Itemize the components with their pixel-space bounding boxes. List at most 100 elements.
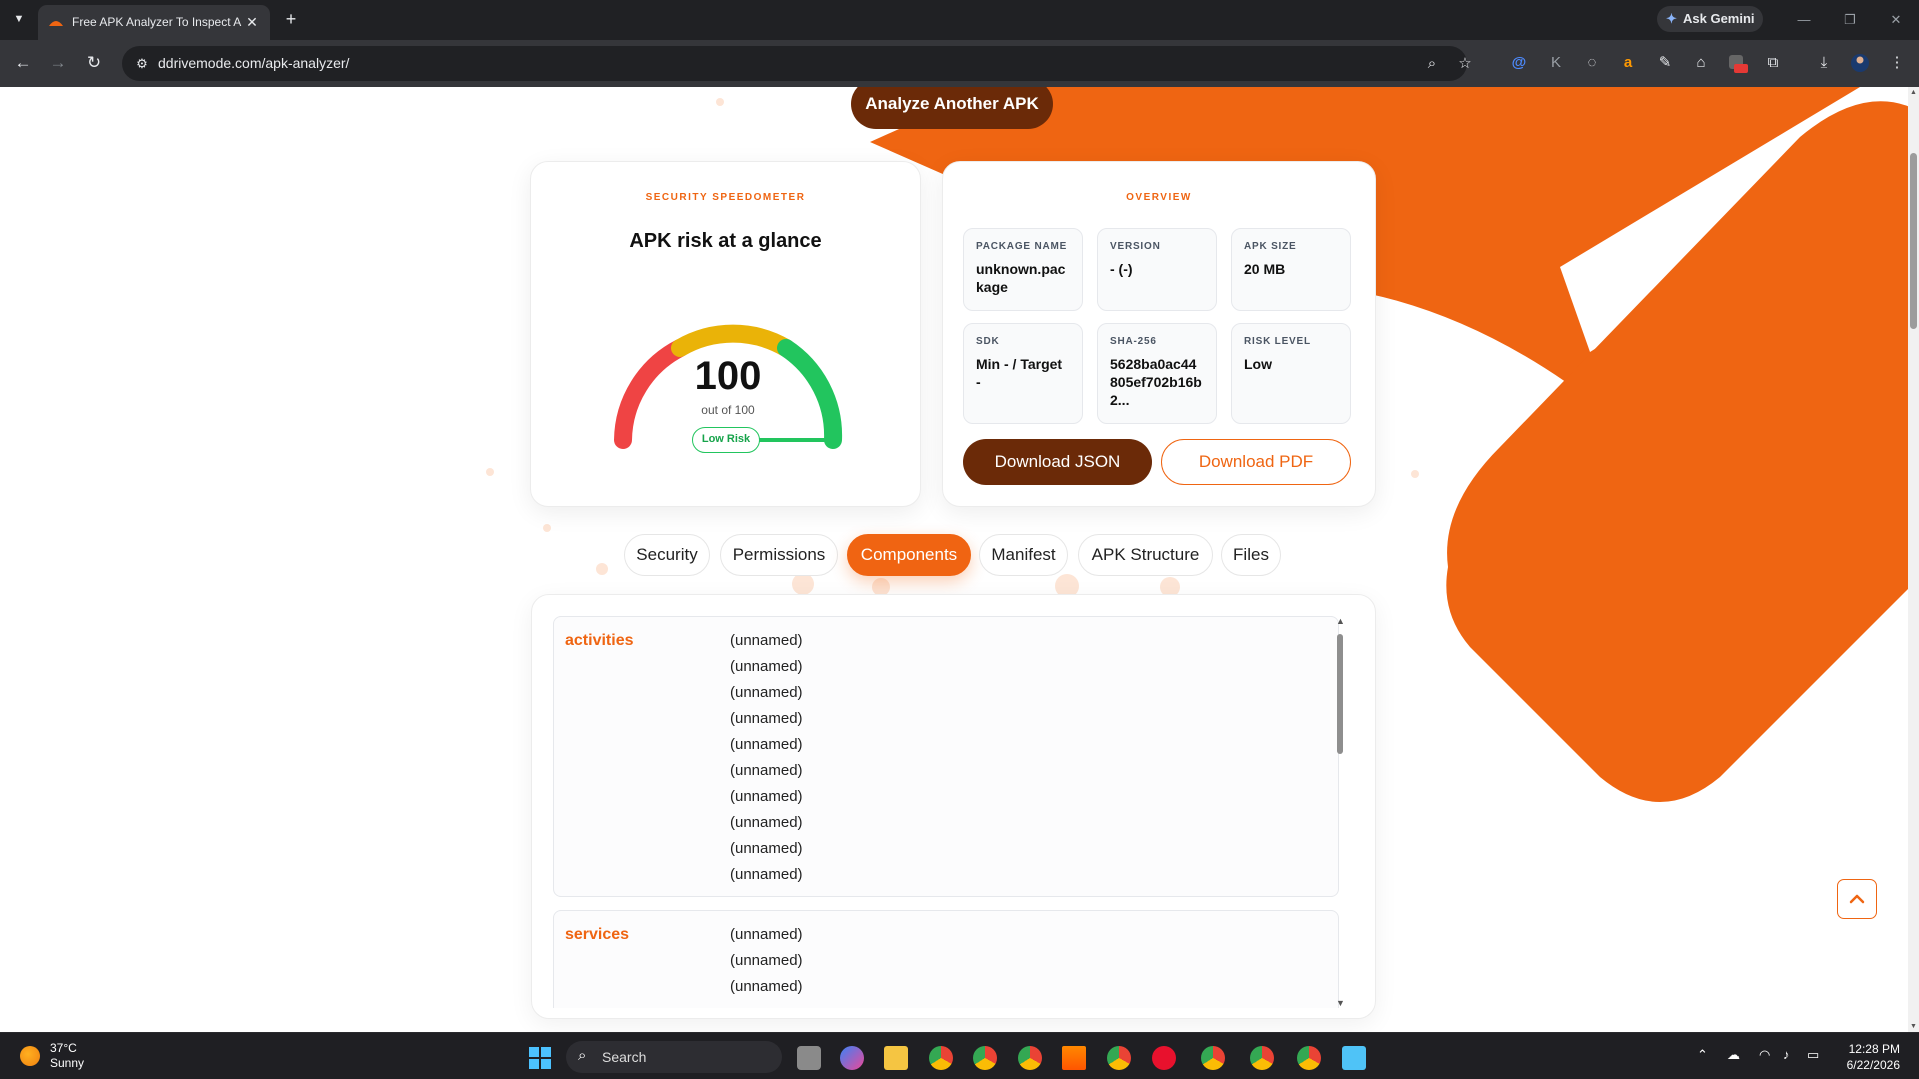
volume-icon[interactable]: ♪ — [1783, 1047, 1790, 1062]
stat-label: APK SIZE — [1244, 241, 1297, 252]
address-bar[interactable]: ⚙ ddrivemode.com/apk-analyzer/ ⌕ ☆ — [122, 46, 1472, 81]
notepad-icon[interactable] — [1342, 1046, 1366, 1070]
vlc-icon[interactable] — [1062, 1046, 1086, 1070]
file-explorer-icon[interactable] — [884, 1046, 908, 1070]
windows-taskbar: 37°C Sunny ⌕ Search ⌃ ☁ ◠ ♪ ▭ 12:28 PM 6… — [0, 1032, 1919, 1079]
analyze-another-apk-button[interactable]: Analyze Another APK — [851, 87, 1053, 129]
tab-manifest[interactable]: Manifest — [979, 534, 1068, 576]
page-scroll-down-icon[interactable]: ▼ — [1910, 1023, 1917, 1030]
taskbar-clock[interactable]: 12:28 PM 6/22/2026 — [1840, 1041, 1900, 1073]
browser-menu-icon[interactable]: ⋮ — [1886, 51, 1908, 75]
copilot-icon[interactable] — [840, 1046, 864, 1070]
download-json-button[interactable]: Download JSON — [963, 439, 1152, 485]
extensions-puzzle-icon[interactable]: ⧉ — [1762, 51, 1784, 75]
forward-icon[interactable]: → — [46, 51, 70, 75]
extension-at-icon[interactable]: @ — [1508, 51, 1530, 75]
back-icon[interactable]: ← — [11, 51, 35, 75]
zoom-icon[interactable]: ⌕ — [1422, 54, 1442, 74]
list-item: (unnamed) — [730, 788, 803, 805]
back-to-top-button[interactable] — [1837, 879, 1877, 919]
gauge-arc-yellow — [671, 324, 795, 357]
restore-window-icon[interactable]: ❐ — [1838, 8, 1862, 32]
tray-overflow-chevron-icon[interactable]: ⌃ — [1697, 1047, 1708, 1063]
list-item: (unnamed) — [730, 926, 803, 943]
battery-icon[interactable]: ▭ — [1807, 1047, 1819, 1063]
tab-components[interactable]: Components — [847, 534, 971, 576]
weather-temperature: 37°C — [50, 1041, 77, 1055]
eyedropper-extension-icon[interactable]: ✎ — [1654, 51, 1676, 75]
amazon-extension-icon[interactable]: a — [1617, 51, 1639, 75]
component-group-services: services (unnamed) (unnamed) (unnamed) — [553, 910, 1339, 1008]
page-scrollbar[interactable]: ▲ ▼ — [1908, 87, 1919, 1032]
page-scrollbar-thumb[interactable] — [1910, 153, 1917, 329]
stat-package-name: PACKAGE NAME unknown.package — [963, 228, 1083, 311]
profile-avatar-icon[interactable] — [1849, 51, 1871, 75]
extension-circle-icon[interactable]: ◌ — [1581, 51, 1603, 75]
components-scroll-area[interactable]: activities (unnamed) (unnamed) (unnamed)… — [553, 616, 1353, 1008]
extension-badge-icon[interactable] — [1726, 51, 1748, 75]
tab-title: Free APK Analyzer To Inspect A — [72, 15, 242, 29]
overview-card: OVERVIEW PACKAGE NAME unknown.package VE… — [942, 161, 1376, 507]
list-item: (unnamed) — [730, 840, 803, 857]
task-view-icon[interactable] — [797, 1046, 821, 1070]
stat-value: - (-) — [1110, 261, 1133, 277]
stat-sdk: SDK Min - / Target - — [963, 323, 1083, 424]
wifi-icon[interactable]: ◠ — [1759, 1047, 1770, 1063]
chrome-profile-4-icon[interactable] — [1107, 1046, 1131, 1070]
close-tab-icon[interactable]: ✕ — [242, 12, 262, 32]
risk-level-badge: Low Risk — [692, 427, 760, 453]
new-tab-icon[interactable]: + — [280, 8, 302, 30]
opera-icon[interactable] — [1152, 1046, 1176, 1070]
reload-icon[interactable]: ↻ — [82, 51, 106, 75]
extension-k-icon[interactable]: K — [1545, 51, 1567, 75]
browser-tab-bar: ▼ Free APK Analyzer To Inspect A ✕ + ✦ A… — [0, 0, 1919, 40]
downloads-icon[interactable]: ⤓ — [1813, 51, 1835, 75]
scrollbar-thumb[interactable] — [1337, 634, 1343, 754]
scroll-up-arrow-icon[interactable]: ▲ — [1336, 616, 1345, 626]
download-pdf-button[interactable]: Download PDF — [1161, 439, 1351, 485]
components-scrollbar[interactable]: ▲ ▼ — [1334, 616, 1346, 1008]
chrome-profile-7-icon[interactable] — [1297, 1046, 1321, 1070]
list-item: (unnamed) — [730, 710, 803, 727]
taskbar-search-box[interactable]: ⌕ Search — [566, 1041, 782, 1073]
list-item: (unnamed) — [730, 684, 803, 701]
stat-value: 5628ba0ac44805ef702b16b2... — [1110, 356, 1202, 408]
list-item: (unnamed) — [730, 762, 803, 779]
bookmark-star-icon[interactable]: ☆ — [1455, 54, 1475, 74]
minimize-window-icon[interactable]: — — [1792, 8, 1816, 32]
list-item: (unnamed) — [730, 866, 803, 883]
tab-files[interactable]: Files — [1221, 534, 1281, 576]
site-favicon-icon — [49, 21, 63, 26]
page-scroll-up-icon[interactable]: ▲ — [1910, 89, 1917, 96]
tab-security[interactable]: Security — [624, 534, 710, 576]
tab-apk-structure[interactable]: APK Structure — [1078, 534, 1213, 576]
component-group-title: services — [565, 926, 630, 943]
extension-badge-graphic — [1729, 55, 1748, 73]
browser-tab-active[interactable]: Free APK Analyzer To Inspect A ✕ — [38, 5, 270, 40]
url-text: ddrivemode.com/apk-analyzer/ — [158, 55, 350, 71]
chrome-profile-5-icon[interactable] — [1201, 1046, 1225, 1070]
chrome-profile-3-icon[interactable] — [1018, 1046, 1042, 1070]
scroll-down-arrow-icon[interactable]: ▼ — [1336, 998, 1345, 1008]
chrome-profile-1-icon[interactable] — [929, 1046, 953, 1070]
speedometer-title: APK risk at a glance — [629, 230, 822, 252]
tab-permissions[interactable]: Permissions — [720, 534, 838, 576]
weather-sun-icon[interactable] — [20, 1046, 40, 1066]
extension-hat-icon[interactable]: ⌂ — [1690, 51, 1712, 75]
gemini-sparkle-icon: ✦ — [1666, 11, 1677, 26]
profile-avatar-graphic — [1851, 54, 1869, 72]
stat-sha256: SHA-256 5628ba0ac44805ef702b16b2... — [1097, 323, 1217, 424]
chrome-profile-2-icon[interactable] — [973, 1046, 997, 1070]
chrome-profile-6-icon[interactable] — [1250, 1046, 1274, 1070]
tab-search-dropdown-icon[interactable]: ▼ — [8, 8, 30, 30]
stat-value: Min - / Target - — [976, 356, 1063, 390]
ask-gemini-button[interactable]: ✦ Ask Gemini — [1657, 6, 1763, 32]
overview-kicker: OVERVIEW — [1126, 192, 1192, 203]
cloud-offline-icon[interactable]: ☁ — [1727, 1047, 1740, 1063]
windows-start-icon[interactable] — [529, 1047, 551, 1069]
stat-label: SHA-256 — [1110, 336, 1157, 347]
weather-widget[interactable]: 37°C Sunny — [50, 1041, 84, 1071]
close-window-icon[interactable]: ✕ — [1884, 8, 1908, 32]
site-info-icon[interactable]: ⚙ — [132, 54, 152, 74]
list-item: (unnamed) — [730, 978, 803, 995]
